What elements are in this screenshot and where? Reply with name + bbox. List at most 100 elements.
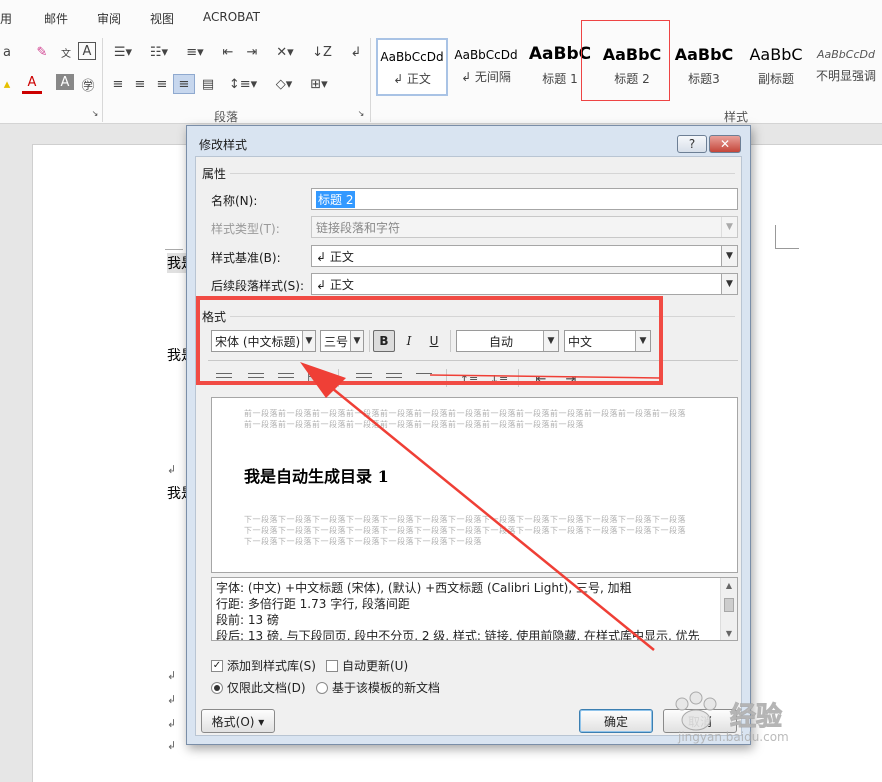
style-name: ↲ 无间隔 [461, 70, 511, 84]
preview-next-paragraph: 下一段落下一段落下一段落下一段落下一段落下一段落下一段落下一段落下一段落下一段落… [244, 515, 686, 546]
group-separator [102, 38, 103, 122]
style-subtle-emphasis[interactable]: AaBbCcDd 不明显强调 [810, 38, 882, 96]
style-highlight-box [581, 20, 670, 101]
description-line: 段后: 13 磅, 与下段同页, 段中不分页, 2 级, 样式: 链接, 使用前… [216, 629, 700, 641]
paragraph-mark: ↲ [167, 717, 177, 730]
chevron-down-icon[interactable]: ▼ [721, 246, 737, 266]
name-input-value: 标题 2 [316, 190, 356, 208]
new-documents-radio[interactable] [316, 681, 328, 694]
decrease-indent-icon[interactable]: ⇤ [218, 42, 238, 62]
sort-icon[interactable]: ↓Z [312, 42, 332, 62]
shrink-font-icon[interactable]: a [0, 42, 14, 62]
paragraph-mark: ↲ [167, 669, 177, 682]
margin-marker [775, 225, 799, 249]
only-this-document-label: 仅限此文档(D) [227, 681, 306, 695]
auto-update-checkbox[interactable] [326, 659, 338, 672]
watermark-text: 经验 [729, 702, 783, 733]
paragraph-dialog-launcher-icon[interactable]: ↘ [356, 108, 366, 118]
format-menu-button[interactable]: 格式(O) ▾ [201, 709, 275, 733]
phonetic-guide-icon[interactable]: 文 [56, 42, 76, 62]
preview-previous-paragraph: 前一段落前一段落前一段落前一段落前一段落前一段落前一段落前一段落前一段落前一段落… [244, 409, 686, 429]
based-on-value: ↲ 正文 [316, 249, 354, 264]
ribbon: 用 邮件 审阅 视图 ACROBAT a ✎ 文 A ▴ A A ㊫ ☰▾ ☷▾… [0, 0, 882, 124]
section-divider [230, 173, 735, 174]
tab-use[interactable]: 用 [0, 10, 12, 27]
style-subtitle[interactable]: AaBbC 副标题 [740, 38, 812, 96]
following-style-value: ↲ 正文 [316, 277, 354, 292]
style-no-spacing[interactable]: AaBbCcDd ↲ 无间隔 [450, 38, 522, 96]
auto-update-option[interactable]: 自动更新(U) [326, 657, 408, 674]
properties-section-title: 属性 [202, 167, 227, 181]
style-preview: AaBbC [749, 45, 803, 64]
multilevel-list-icon[interactable]: ≡▾ [180, 42, 210, 62]
align-right-icon[interactable]: ≡ [152, 74, 172, 94]
scroll-up-icon[interactable]: ▲ [721, 579, 737, 591]
style-preview: AaBbCcDd [380, 50, 444, 64]
help-button[interactable]: ? [677, 135, 707, 153]
name-input[interactable]: 标题 2 [311, 188, 738, 210]
bullets-icon[interactable]: ☰▾ [108, 42, 138, 62]
distribute-icon[interactable]: ▤ [198, 74, 218, 94]
add-to-gallery-option[interactable]: ✓ 添加到样式库(S) [211, 657, 316, 674]
following-style-label: 后续段落样式(S): [211, 279, 305, 293]
style-normal[interactable]: AaBbCcDd ↲ 正文 [376, 38, 448, 96]
font-color-icon[interactable]: A [22, 74, 42, 94]
shading-icon[interactable]: ◇▾ [268, 74, 300, 94]
chevron-down-icon[interactable]: ▼ [721, 274, 737, 294]
add-to-gallery-checkbox[interactable]: ✓ [211, 659, 223, 672]
line-spacing-icon[interactable]: ↕≡▾ [228, 74, 258, 94]
tab-view[interactable]: 视图 [150, 10, 174, 27]
tab-acrobat[interactable]: ACROBAT [203, 10, 260, 24]
paragraph-group-label: 段落 [214, 110, 239, 124]
following-style-select[interactable]: ↲ 正文 ▼ [311, 273, 738, 295]
description-scrollbar[interactable]: ▲ ▼ [720, 578, 737, 640]
based-on-select[interactable]: ↲ 正文 ▼ [311, 245, 738, 267]
description-line: 字体: (中文) +中文标题 (宋体), (默认) +西文标题 (Calibri… [216, 581, 632, 595]
paragraph-mark: ↲ [167, 463, 177, 476]
description-line: 行距: 多倍行距 1.73 字行, 段落间距 [216, 597, 410, 611]
description-text: 字体: (中文) +中文标题 (宋体), (默认) +西文标题 (Calibri… [216, 580, 716, 641]
scroll-down-icon[interactable]: ▼ [721, 627, 737, 639]
style-type-value: 链接段落和字符 [316, 220, 401, 235]
chinese-layout-icon[interactable]: ✕▾ [270, 42, 300, 62]
scroll-thumb[interactable] [724, 598, 734, 612]
char-shading-icon[interactable]: A [56, 74, 74, 90]
show-marks-icon[interactable]: ↲ [346, 42, 366, 62]
only-this-document-radio[interactable] [211, 681, 223, 694]
watermark-logo: 经验 jingyan.baidu.com [660, 690, 860, 750]
margin-marker [165, 249, 183, 250]
style-description: 字体: (中文) +中文标题 (宋体), (默认) +西文标题 (Calibri… [211, 577, 738, 641]
numbering-icon[interactable]: ☷▾ [144, 42, 174, 62]
highlight-icon[interactable]: ▴ [0, 74, 14, 94]
tab-review[interactable]: 审阅 [97, 10, 121, 27]
description-line: 段前: 13 磅 [216, 613, 279, 627]
char-border-icon[interactable]: A [78, 42, 96, 60]
style-preview-pane: 前一段落前一段落前一段落前一段落前一段落前一段落前一段落前一段落前一段落前一段落… [211, 397, 738, 573]
close-button[interactable]: ✕ [709, 135, 741, 153]
clear-format-icon[interactable]: ✎ [32, 42, 52, 62]
styles-group-label: 样式 [724, 110, 749, 124]
paw-icon [675, 691, 717, 731]
tab-mailings[interactable]: 邮件 [44, 10, 68, 27]
new-documents-option[interactable]: 基于该模板的新文档 [316, 679, 440, 696]
align-center-icon[interactable]: ≡ [130, 74, 150, 94]
style-name: ↲ 正文 [393, 72, 431, 86]
style-preview: AaBbCcDd [454, 48, 518, 62]
style-type-select: 链接段落和字符 ▼ [311, 216, 738, 238]
style-heading-3[interactable]: AaBbC 标题3 [668, 38, 740, 96]
paragraph-mark: ↲ [167, 739, 177, 752]
only-this-document-option[interactable]: 仅限此文档(D) [211, 679, 306, 696]
ribbon-tabs: 用 邮件 审阅 视图 ACROBAT [0, 0, 882, 34]
increase-indent-icon[interactable]: ⇥ [242, 42, 262, 62]
style-preview: AaBbC [674, 45, 734, 64]
paragraph-mark: ↲ [167, 693, 177, 706]
dialog-title: 修改样式 [199, 138, 248, 152]
justify-icon[interactable]: ≡ [173, 74, 195, 94]
enclose-char-icon[interactable]: ㊫ [78, 74, 98, 94]
font-dialog-launcher-icon[interactable]: ↘ [90, 108, 100, 118]
auto-update-label: 自动更新(U) [342, 659, 409, 673]
ok-button[interactable]: 确定 [579, 709, 653, 733]
align-left-icon[interactable]: ≡ [108, 74, 128, 94]
chevron-down-icon: ▼ [721, 217, 737, 237]
borders-icon[interactable]: ⊞▾ [304, 74, 334, 94]
